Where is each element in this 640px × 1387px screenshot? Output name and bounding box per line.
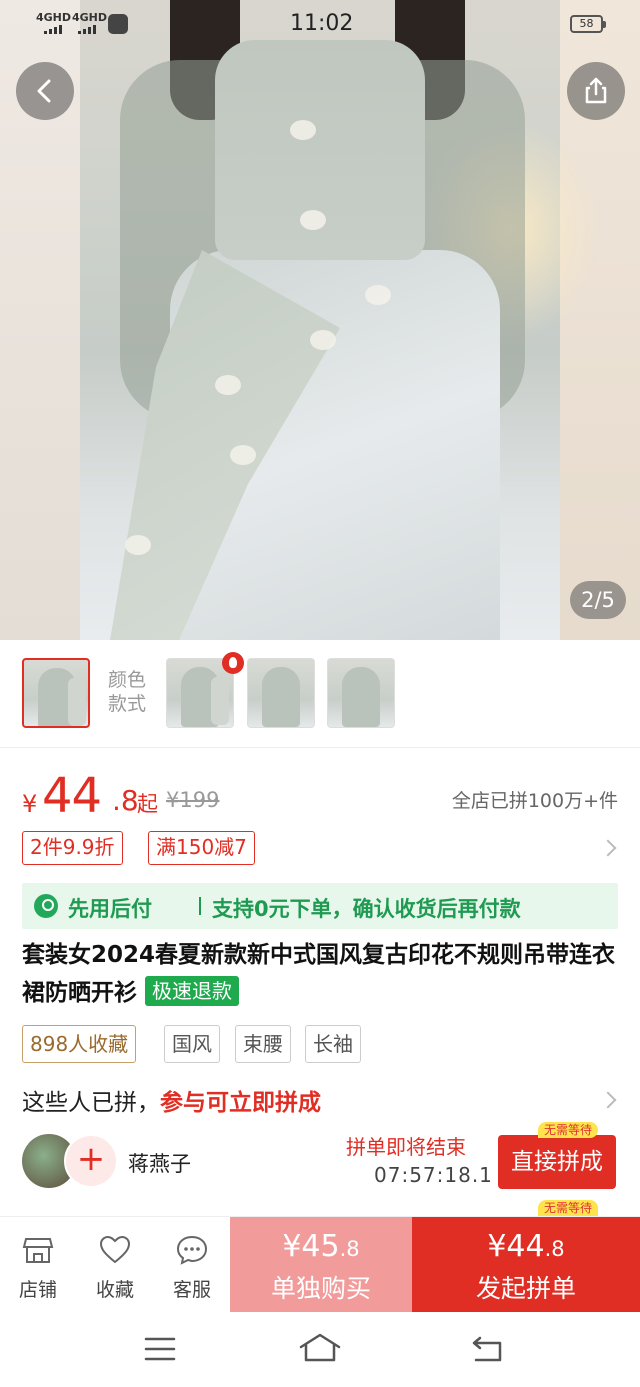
back-nav-icon[interactable] [470,1334,504,1364]
image-counter: 2/5 [570,581,626,619]
price-decimal: .8 [112,784,139,817]
price-currency: ¥ [22,790,38,818]
store-label: 店铺 [18,1279,57,1301]
service-button[interactable]: 客服 [154,1217,230,1313]
back-button[interactable] [16,62,74,120]
pay-later-label: 先用后付 [68,897,152,921]
group-price-dec: .8 [544,1237,565,1261]
group-countdown: 07:57:18.1 [374,1163,493,1187]
color-style-label[interactable]: 颜色 款式 [108,668,158,716]
color-label-line2: 款式 [108,693,147,715]
product-image-carousel[interactable] [0,0,640,640]
no-wait-badge: 无需等待 [538,1200,599,1216]
notification-app-icon [108,14,128,34]
refund-tag: 极速退款 [145,976,240,1006]
print-flower [230,445,256,465]
group-header-text: 这些人已拼， [22,1090,160,1116]
group-user-name: 蒋燕子 [128,1152,191,1176]
favorites-count-chip: 898人收藏 [22,1025,137,1063]
status-bar: 4GHD 4GHD 11:02 58 [0,0,640,48]
solo-price-int: ¥45 [282,1229,340,1264]
pay-later-icon [34,894,58,918]
favorite-button[interactable]: 收藏 [77,1217,153,1313]
sold-count: 全店已拼100万+件 [451,790,618,812]
network-label-2: 4GHD [72,11,108,24]
signal-icon [78,25,100,34]
promo-tag[interactable]: 满150减7 [148,831,255,865]
sku-thumbnail[interactable] [327,658,395,728]
pay-later-banner[interactable]: 先用后付 支持0元下单，确认收货后再付款 [22,883,618,929]
group-buy-header[interactable]: 这些人已拼，参与可立即拼成 [22,1083,321,1117]
solo-label: 单独购买 [270,1274,371,1303]
thumbnail-figure [262,667,300,727]
price-suffix: 起 [137,792,158,816]
tag-chip: 长袖 [305,1025,361,1063]
original-price: ¥199 [166,788,220,812]
network-label-1: 4GHD [36,11,72,24]
price-integer: 44 [42,768,102,824]
group-price-int: ¥44 [487,1229,545,1264]
hot-flame-icon [222,652,244,674]
buy-alone-button[interactable]: ¥45.8 单独购买 [230,1217,412,1313]
store-button[interactable]: 店铺 [0,1217,76,1313]
heart-icon [99,1235,131,1264]
divider [199,897,201,915]
menu-icon[interactable] [144,1336,176,1362]
print-flower [365,285,391,305]
chevron-left-icon [37,79,51,103]
sku-thumbnail[interactable] [247,658,315,728]
thumbnail-figure [68,678,86,726]
chevron-right-icon[interactable] [599,1091,617,1109]
tag-chip: 国风 [164,1025,220,1063]
add-member-icon[interactable]: + [64,1134,118,1188]
chat-icon [176,1235,208,1265]
solo-price: ¥45.8 [230,1229,412,1264]
status-time: 11:02 [290,11,354,36]
group-ending-text: 拼单即将结束 [346,1135,466,1159]
print-flower [300,210,326,230]
join-group-button[interactable]: 直接拼成 [498,1135,616,1189]
service-label: 客服 [172,1279,211,1301]
chevron-right-icon[interactable] [599,839,617,857]
signal-icon [44,25,66,34]
print-flower [215,375,241,395]
sku-thumbnail-selected[interactable] [22,658,90,728]
thumbnail-figure [342,667,380,727]
color-label-line1: 颜色 [108,669,147,691]
product-title-text: 套装女2024春夏新款新中式国风复古印花不规则吊带连衣裙防晒开衫 [22,942,616,1006]
promo-tag[interactable]: 2件9.9折 [22,831,123,865]
store-icon [22,1238,54,1263]
print-flower [125,535,151,555]
share-icon [585,77,607,104]
home-icon[interactable] [298,1332,342,1364]
pay-later-desc: 支持0元下单，确认收货后再付款 [212,897,521,921]
group-label: 发起拼单 [475,1274,576,1303]
solo-price-dec: .8 [339,1237,360,1261]
share-button[interactable] [567,62,625,120]
print-flower [310,330,336,350]
group-row: + 蒋燕子 拼单即将结束 07:57:18.1 直接拼成 无需等待 [0,1122,640,1198]
sku-thumbnail-row [0,640,640,748]
favorite-label: 收藏 [95,1279,134,1301]
tag-chip: 束腰 [235,1025,291,1063]
system-navigation-bar [0,1312,640,1387]
thumbnail-figure [211,677,229,725]
battery-icon: 58 [570,15,606,33]
start-group-button[interactable]: ¥44.8 发起拼单 [412,1217,640,1313]
print-flower [290,120,316,140]
bottom-action-bar: 店铺 收藏 客服 ¥45.8 单独购买 ¥44.8 发起拼单 [0,1216,640,1313]
group-header-highlight: 参与可立即拼成 [160,1090,321,1116]
no-wait-badge: 无需等待 [538,1122,599,1138]
product-title: 套装女2024春夏新款新中式国风复古印花不规则吊带连衣裙防晒开衫 极速退款 [22,936,622,1012]
group-price: ¥44.8 [412,1229,640,1264]
